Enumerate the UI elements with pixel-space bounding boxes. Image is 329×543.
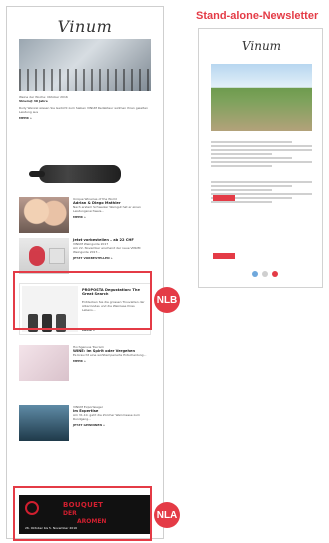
item-cta-link[interactable]: JETZT GEWINNEN » [73,423,151,427]
item-body: Am 31.10. geht die Zürcher Weinmesse zum… [73,413,140,422]
list-item-text: VINUM Exportsieger im Expertise Am 31.10… [73,405,151,427]
hero-subcaption: Vinum@ 40 Jahre [19,99,48,103]
hero-grid [19,69,151,91]
hero-more-link[interactable]: MEHR » [19,116,151,120]
text-line [211,201,272,203]
highlight-box-nla [13,486,152,541]
text-line [211,161,312,163]
carousel-dots[interactable] [250,270,280,278]
vinum-logo: Vinum [241,39,282,53]
item-cta-link[interactable]: JETZT VORBESTELLEN » [73,256,151,260]
winery-people-image [19,197,69,233]
weinguide-red-glass-icon [29,246,45,266]
list-item-text: Unique Wineries of the World Adrian & Di… [73,197,151,219]
text-line [211,153,272,155]
vinum-logo: Vinum [57,16,113,36]
text-line [211,189,272,191]
item-more-link[interactable]: MEHR » [73,215,151,219]
carousel-dot[interactable] [252,271,258,277]
item-body: Es braucht eine wohltemperierte Entschei… [73,353,147,358]
vineyard-image [211,64,312,131]
text-line [211,141,292,143]
weinguide-box-icon [49,248,65,264]
hero-body: Rudy Wenzel wissen Sie Gedicht zum Siebe… [19,106,148,114]
standalone-cta-button-2[interactable] [213,253,235,259]
text-line [211,145,312,147]
hero-image [19,39,151,91]
badge-nla: NLA [154,502,180,528]
standalone-title: Stand-alone-Newsletter [196,10,319,22]
export-image [19,405,69,441]
item-more-link[interactable]: MEHR » [73,359,151,363]
item-body: Am 22. November erscheint der neue VINUM… [73,246,141,255]
hero-caption-block: Weine der Woche: Oktober 2016 Vinum@ 40 … [19,95,151,120]
weinguide-image [19,238,69,274]
tourism-image [19,345,69,381]
list-item-text: Jetzt vorbestellen – ab 22 CHF VINUM Wei… [73,238,151,260]
wine-bottle-image [29,165,121,183]
badge-nlb: NLB [154,287,180,313]
text-line [211,185,292,187]
text-line [211,181,312,183]
newsletter-right: Vinum [198,28,323,288]
text-line [211,165,272,167]
text-line [211,157,292,159]
item-body: Nach erstem Schweizer Weingut hat er ein… [73,205,141,214]
standalone-cta-button-1[interactable] [213,195,235,201]
highlight-box-nlb [13,271,152,330]
list-item-text: Hochgenuss Tourism WINE: Im Spirit oder … [73,345,151,363]
text-line [211,149,312,151]
carousel-dot[interactable] [262,271,268,277]
carousel-dot[interactable] [272,271,278,277]
